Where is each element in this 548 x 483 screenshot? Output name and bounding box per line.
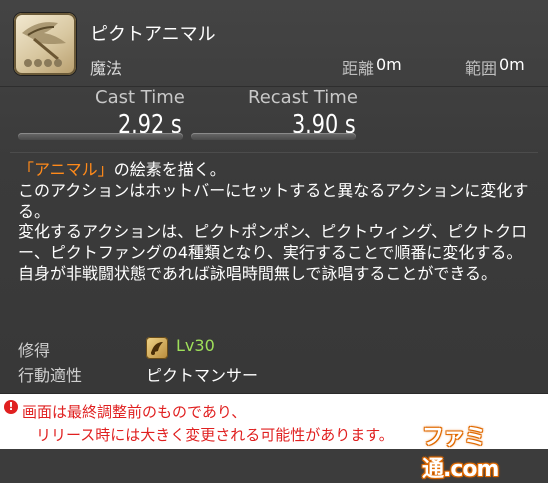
famitsu-watermark: ファミ通.com (422, 425, 499, 482)
recast-time-label: Recast Time (248, 87, 358, 108)
description-line-3: 変化するアクションは、ピクトポンポン、ピクトウィング、ピクトクロー、ピクトファン… (18, 222, 528, 263)
cast-time-gauge (18, 133, 183, 140)
range-value: 0m (376, 55, 402, 74)
action-description: 「アニマル」の絵素を描く。 このアクションはホットバーにセットすると異なるアクシ… (18, 160, 533, 285)
acquired-level: Lv30 (176, 336, 215, 355)
description-line-4: 自身が非戦闘状態であれば詠唱時間無しで詠唱することができる。 (18, 263, 498, 283)
acquired-label: 修得 (18, 341, 51, 360)
notice-line-2: リリース時には大きく変更される可能性があります。 (36, 426, 394, 444)
pictomancer-job-icon (146, 337, 168, 359)
radius-value: 0m (499, 55, 525, 74)
class-label: 行動適性 (18, 366, 83, 385)
range-label: 距離 (342, 59, 375, 78)
class-value: ピクトマンサー (146, 366, 259, 385)
description-divider (10, 152, 538, 153)
warning-icon: ! (4, 400, 18, 414)
action-tooltip: ピクトアニマル 魔法 距離 0m 範囲 0m Cast Time Recast … (0, 0, 548, 394)
action-name: ピクトアニマル (90, 24, 216, 45)
recast-time-gauge (191, 133, 356, 140)
description-line-1-rest: の絵素を描く。 (113, 160, 226, 179)
notice-line-1: 画面は最終調整前のものであり、 (22, 403, 247, 421)
description-highlight: 「アニマル」 (18, 160, 114, 179)
action-category: 魔法 (90, 59, 123, 78)
pict-animal-icon (14, 13, 76, 75)
radius-label: 範囲 (465, 59, 498, 78)
cast-time-label: Cast Time (95, 87, 185, 108)
description-line-1: 「アニマル」の絵素を描く。 (18, 160, 533, 181)
description-line-2: このアクションはホットバーにセットすると異なるアクションに変化する。 (18, 180, 529, 221)
